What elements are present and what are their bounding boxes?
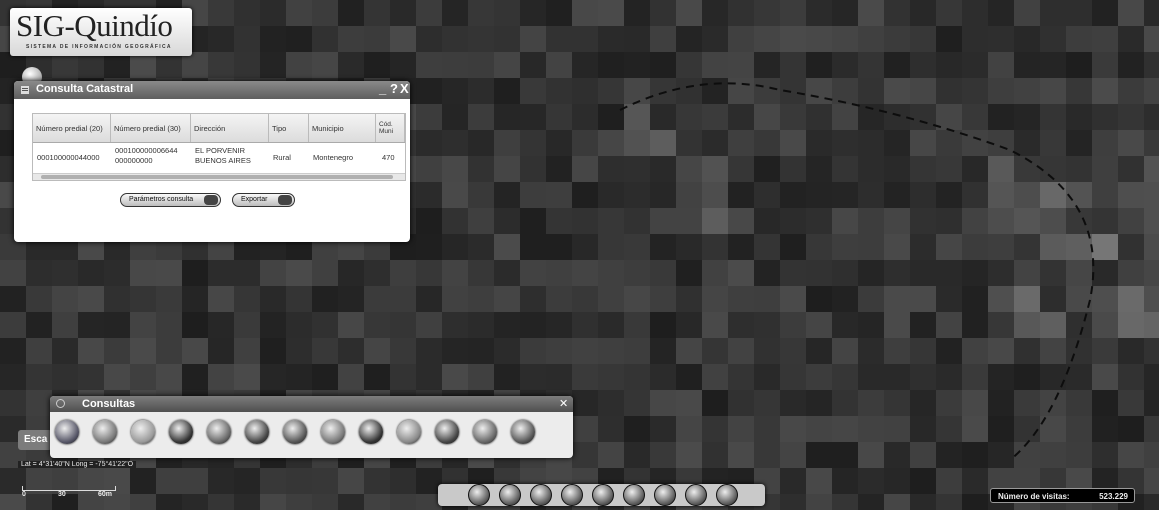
consulta-tool-10-icon[interactable] [397,420,421,444]
consulta-catastral-window: Consulta Catastral _ ? X Número predial … [14,81,410,242]
zoom-in-icon[interactable] [499,484,521,506]
export-icon [278,195,292,205]
cell-municipio: Montenegro [313,153,354,162]
visit-counter-label: Número de visitas: [998,492,1070,501]
scale-label-60m: 60m [98,491,113,498]
col-header-numero-predial-20[interactable]: Número predial (20) [33,114,111,142]
scale-label-30: 30 [58,491,66,498]
consulta-tool-7-icon[interactable] [283,420,307,444]
search-icon [204,195,218,205]
sig-quindio-logo: SIG-Quindío SISTEMA DE INFORMACIÓN GEOGR… [10,8,192,56]
table-row[interactable]: 000100000044000 000100000006644 00000000… [33,143,405,173]
consulta-tool-1-icon[interactable] [55,420,79,444]
info-icon[interactable] [654,484,676,506]
coordinates-readout: Lat = 4°31'40"N Long = -75°41'22"O [18,461,137,468]
settings-icon[interactable] [716,484,738,506]
consultas-panel: Consultas ✕ [50,396,573,458]
cell-numero-predial-30: 000100000006644 000000000 [115,146,178,165]
panel-toggle-icon[interactable] [56,399,65,408]
consulta-tool-5-icon[interactable] [207,420,231,444]
results-table: Número predial (20) Número predial (30) … [32,113,406,181]
escala-label: Esca [24,434,48,445]
col-header-tipo[interactable]: Tipo [269,114,309,142]
visit-counter: Número de visitas: 523.229 [990,488,1135,503]
cell-tipo: Rural [273,153,291,162]
col-header-municipio[interactable]: Municipio [309,114,376,142]
pan-icon[interactable] [468,484,490,506]
scale-label-0: 0 [22,491,26,498]
consulta-tool-8-icon[interactable] [321,420,345,444]
close-button[interactable]: X [400,81,409,96]
window-icon [21,86,29,94]
table-horizontal-scrollbar[interactable] [33,173,405,180]
cell-cod-muni: 470 [382,153,395,162]
col-header-cod-muni[interactable]: Cód. Muni [376,114,405,142]
cell-numero-predial-20: 000100000044000 [37,153,100,162]
cell-direccion: EL PORVENIR BUENOS AIRES [195,146,251,165]
logo-title: SIG-Quindío [16,8,173,43]
consulta-tool-12-icon[interactable] [473,420,497,444]
consultas-titlebar[interactable]: Consultas ✕ [50,396,573,412]
globe-icon[interactable] [530,484,552,506]
logo-subtitle: SISTEMA DE INFORMACIÓN GEOGRÁFICA [26,44,172,50]
window-titlebar[interactable]: Consulta Catastral _ ? X [14,81,410,99]
visit-counter-value: 523.229 [1099,492,1128,501]
table-header: Número predial (20) Número predial (30) … [33,114,405,143]
consultas-title: Consultas [82,398,136,410]
consulta-tool-6-icon[interactable] [245,420,269,444]
exportar-label: Exportar [241,196,268,203]
home-icon[interactable] [561,484,583,506]
consulta-tool-4-icon[interactable] [169,420,193,444]
exportar-button[interactable]: Exportar [232,193,295,207]
parametros-consulta-label: Parámetros consulta [129,196,194,203]
scrollbar-thumb[interactable] [41,175,393,179]
consulta-tool-2-icon[interactable] [93,420,117,444]
col-header-direccion[interactable]: Dirección [191,114,269,142]
consulta-tool-9-icon[interactable] [359,420,383,444]
parametros-consulta-button[interactable]: Parámetros consulta [120,193,221,207]
consulta-tool-11-icon[interactable] [435,420,459,444]
window-title: Consulta Catastral [36,83,134,95]
escala-button[interactable]: Esca [18,430,52,450]
print-icon[interactable] [623,484,645,506]
map-toolbar [438,484,765,506]
col-header-numero-predial-30[interactable]: Número predial (30) [111,114,191,142]
minimize-button[interactable]: _ [379,81,386,96]
consulta-tool-3-icon[interactable] [131,420,155,444]
measure-icon[interactable] [685,484,707,506]
help-button[interactable]: ? [390,81,398,96]
consulta-tool-13-icon[interactable] [511,420,535,444]
consultas-close-button[interactable]: ✕ [559,397,568,410]
layers-icon[interactable] [592,484,614,506]
